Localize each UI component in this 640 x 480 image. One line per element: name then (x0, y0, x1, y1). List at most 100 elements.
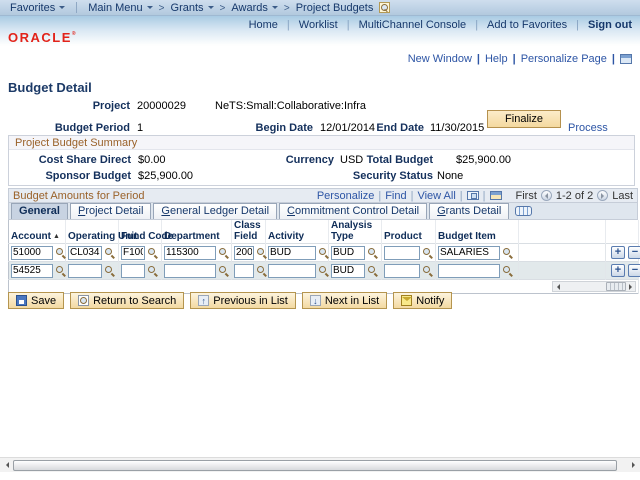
product-lookup-icon[interactable] (422, 265, 433, 276)
department-lookup-icon[interactable] (218, 265, 229, 276)
tab-general-ledger-detail[interactable]: General Ledger Detail (153, 203, 278, 219)
first-label[interactable]: First (516, 190, 537, 202)
previous-page-icon[interactable] (540, 190, 552, 201)
breadcrumb-item-awards[interactable]: Awards (231, 2, 267, 14)
scroll-left-icon[interactable] (0, 462, 13, 468)
delete-row-button[interactable] (628, 264, 640, 277)
add-row-button[interactable] (611, 246, 625, 259)
account-lookup-icon[interactable] (55, 265, 66, 276)
last-label[interactable]: Last (612, 190, 633, 202)
breadcrumb-separator (220, 2, 226, 14)
find-link[interactable]: Find (385, 190, 406, 202)
tab-commitment-control-detail[interactable]: Commitment Control Detail (279, 203, 428, 219)
operating-unit-input[interactable] (68, 245, 102, 260)
tab-grants-detail[interactable]: Grants Detail (429, 203, 510, 219)
zoom-popup-icon[interactable] (466, 191, 479, 200)
add-to-favorites-link[interactable]: Add to Favorites (487, 19, 567, 31)
product-input[interactable] (384, 263, 420, 278)
row-range: 1-2 of 2 (555, 189, 594, 202)
column-header-department[interactable]: Department (161, 220, 232, 244)
account-lookup-icon[interactable] (55, 247, 66, 258)
class-field-lookup-icon[interactable] (256, 247, 267, 258)
fund-code-input[interactable] (121, 263, 145, 278)
column-header-class-field[interactable]: Class Field (231, 220, 266, 244)
fund-code-lookup-icon[interactable] (147, 247, 158, 258)
help-link[interactable]: Help (485, 53, 508, 65)
budget-item-lookup-icon[interactable] (502, 247, 513, 258)
finalize-button[interactable]: Finalize (487, 110, 561, 128)
column-header-operating-unit[interactable]: Operating Unit (65, 220, 137, 244)
end-date-label: End Date (376, 122, 424, 134)
next-page-icon[interactable] (597, 190, 609, 201)
activity-lookup-icon[interactable] (318, 247, 329, 258)
return-to-search-button[interactable]: Return to Search (70, 292, 185, 309)
summary-body: Cost Share Direct $0.00 Currency USD Tot… (9, 150, 634, 185)
activity-input[interactable] (268, 263, 316, 278)
previous-in-list-icon (198, 295, 210, 306)
department-input[interactable] (164, 245, 216, 260)
budget-item-lookup-icon[interactable] (502, 265, 513, 276)
window-horizontal-scrollbar[interactable] (0, 457, 640, 472)
product-input[interactable] (384, 245, 420, 260)
column-header-fund-code[interactable]: Fund Code (118, 220, 173, 244)
scroll-left-icon[interactable] (553, 283, 562, 290)
worklist-link[interactable]: Worklist (299, 19, 338, 31)
fund-code-lookup-icon[interactable] (147, 265, 158, 276)
multichannel-console-link[interactable]: MultiChannel Console (359, 19, 467, 31)
show-all-columns-icon[interactable] (515, 206, 533, 216)
scrollbar-thumb[interactable] (606, 282, 626, 291)
scroll-right-icon[interactable] (627, 462, 640, 468)
operating-unit-lookup-icon[interactable] (104, 265, 115, 276)
scrollbar-thumb[interactable] (13, 459, 617, 471)
class-field-input[interactable] (234, 263, 254, 278)
department-lookup-icon[interactable] (218, 247, 229, 258)
scroll-right-icon[interactable] (626, 283, 635, 290)
main-menu[interactable]: Main Menu (88, 2, 142, 14)
column-header-budget-item[interactable]: Budget Item (435, 220, 519, 244)
account-input[interactable] (11, 263, 53, 278)
new-window-link[interactable]: New Window (408, 53, 472, 65)
budget-item-input[interactable] (438, 245, 500, 260)
personalize-page-icon[interactable] (620, 54, 632, 64)
activity-input[interactable] (268, 245, 316, 260)
product-lookup-icon[interactable] (422, 247, 433, 258)
analysis-type-input[interactable] (331, 245, 365, 260)
notify-button[interactable]: Notify (393, 292, 453, 309)
tab-project-detail[interactable]: Project Detail (69, 203, 152, 219)
department-input[interactable] (164, 263, 216, 278)
analysis-type-lookup-icon[interactable] (367, 265, 378, 276)
previous-in-list-button[interactable]: Previous in List (190, 292, 296, 309)
tab-general[interactable]: General (11, 203, 68, 219)
grid-horizontal-scrollbar[interactable] (552, 281, 636, 292)
home-link[interactable]: Home (249, 19, 278, 31)
column-header-account[interactable]: Account (8, 220, 66, 244)
analysis-type-lookup-icon[interactable] (367, 247, 378, 258)
activity-lookup-icon[interactable] (318, 265, 329, 276)
analysis-type-input[interactable] (331, 263, 365, 278)
next-in-list-button[interactable]: Next in List (301, 292, 388, 309)
fund-code-input[interactable] (121, 245, 145, 260)
favorites-menu[interactable]: Favorites (10, 2, 55, 14)
personalize-page-link[interactable]: Personalize Page (521, 53, 607, 65)
column-header-analysis-type[interactable]: Analysis Type (328, 220, 382, 244)
class-field-lookup-icon[interactable] (256, 265, 267, 276)
column-header-activity[interactable]: Activity (265, 220, 329, 244)
operating-unit-lookup-icon[interactable] (104, 247, 115, 258)
class-field-input[interactable] (234, 245, 254, 260)
total-budget-value: $25,900.00 (456, 154, 512, 166)
personalize-link[interactable]: Personalize (317, 190, 374, 202)
save-button[interactable]: Save (8, 292, 65, 309)
view-all-link[interactable]: View All (417, 190, 455, 202)
account-input[interactable] (11, 245, 53, 260)
budget-table: Account Operating Unit Fund Code Departm… (8, 220, 640, 294)
budget-item-input[interactable] (438, 263, 500, 278)
cost-share-direct-label: Cost Share Direct (38, 154, 131, 166)
column-header-product[interactable]: Product (381, 220, 436, 244)
add-row-button[interactable] (611, 264, 625, 277)
search-icon[interactable] (379, 2, 391, 13)
sign-out-link[interactable]: Sign out (588, 19, 632, 31)
delete-row-button[interactable] (628, 246, 640, 259)
download-icon[interactable] (489, 191, 502, 200)
breadcrumb-item-grants[interactable]: Grants (171, 2, 204, 14)
operating-unit-input[interactable] (68, 263, 102, 278)
